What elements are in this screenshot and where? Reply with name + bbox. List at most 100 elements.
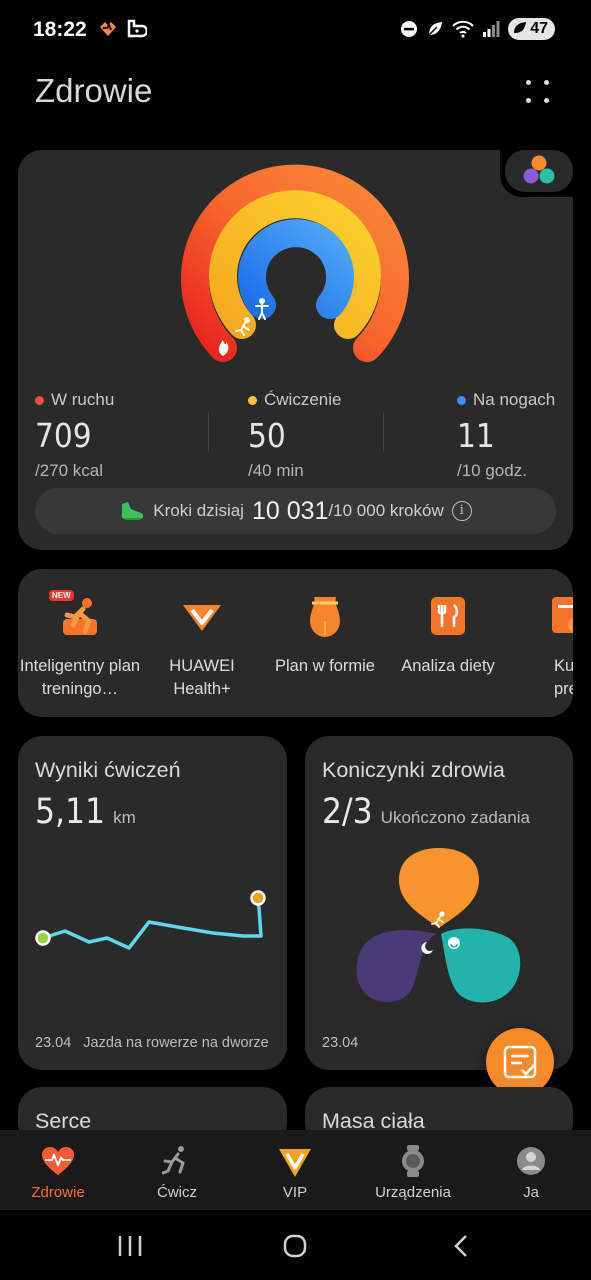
tasks-value: 2/3 [322,792,373,832]
tab-label: Ja [523,1184,539,1201]
stat-goal: /40 min [248,461,304,480]
bottom-tab-bar: Zdrowie Ćwicz VIP Urządzenia Ja [0,1130,591,1210]
back-icon[interactable] [452,1234,470,1258]
exercise-dot-icon [248,395,257,405]
shortcut-training-plan[interactable]: NEW Inteligentny plan treningo… [18,590,142,701]
status-time: 18:22 [33,18,87,41]
shortcut-diet[interactable]: Analiza diety [386,591,510,678]
battery-level: 47 [530,20,548,37]
stat-stand[interactable]: Na nogach 11 /10 godz. [457,390,555,481]
workout-results-card[interactable]: Wyniki ćwiczeń 5,11 km 23.04 Jazda na ro… [18,736,287,1070]
running-icon [162,1146,185,1175]
workout-activity: Jazda na rowerze na dworze [83,1035,269,1051]
wifi-icon [452,20,474,38]
shortcut-label: Inteligentny plan treningo… [19,657,141,698]
watch-icon [402,1145,424,1177]
steps-label: Kroki dzisiaj [153,501,244,520]
tab-label: Zdrowie [31,1184,85,1201]
workout-date: 23.04 [35,1035,72,1051]
page-title: Zdrowie [35,72,153,109]
divider [208,412,209,452]
clover-leaf-exercise [399,848,479,928]
activity-rings-chart [181,164,409,362]
tab-cwicz[interactable]: Ćwicz [127,1142,227,1201]
stat-goal: /10 godz. [457,461,527,480]
diet-analysis-icon [431,597,465,635]
system-navigation-bar [0,1210,591,1280]
card-title: Wyniki ćwiczeń [35,758,181,782]
chat-notification-icon [127,19,147,38]
clover-chart [356,848,521,1003]
shortcuts-card: NEW Inteligentny plan treningo… HUAWEI H… [18,569,573,717]
stat-goal: /270 kcal [35,461,104,480]
shortcut-label: HUAWEI Health+ [169,657,235,698]
tasks-subtitle: Ukończono zadania [380,808,530,827]
home-icon[interactable] [283,1234,307,1258]
info-icon[interactable]: i [451,501,472,521]
clover-date: 23.04 [322,1035,359,1051]
divider [383,412,384,452]
health-app-notification-icon [100,22,116,36]
route-start-icon [35,930,51,946]
menu-dot-icon [544,98,549,103]
steps-goal: /10 000 kroków [328,501,444,520]
route-map [35,890,266,950]
stat-value: 11 [457,416,495,455]
heart-pulse-icon [42,1147,74,1175]
leaf-icon [428,22,443,36]
tab-ja[interactable]: Ja [481,1142,581,1201]
profile-icon [517,1147,545,1175]
recent-apps-icon[interactable] [117,1234,143,1258]
battery-indicator: 47 [508,18,555,40]
stat-label: Ćwiczenie [264,390,342,409]
course-icon [552,597,573,633]
tab-label: VIP [282,1184,308,1201]
tab-urzadzenia[interactable]: Urządzenia [363,1142,463,1201]
shortcut-course[interactable]: Kurs prem [508,591,573,701]
stat-label: Na nogach [473,390,556,409]
battery-saver-icon [514,22,527,33]
new-badge: NEW [49,590,74,601]
rings-style-button[interactable] [505,150,573,192]
shortcut-body-plan[interactable]: Plan w formie [263,591,387,678]
shortcut-label: Plan w formie [275,657,375,675]
more-menu-button[interactable] [524,78,552,106]
route-end-icon [250,890,266,906]
tasks-fab-button[interactable] [486,1028,554,1096]
health-clovers-card[interactable]: Koniczynki zdrowia 2/3 Ukończono zadania… [305,736,573,1070]
menu-dot-icon [544,80,549,85]
stand-ring [238,219,354,319]
checklist-icon [503,1045,537,1079]
card-title: Koniczynki zdrowia [322,758,505,782]
three-dots-color-icon [523,155,555,184]
tab-label: Urządzenia [375,1184,451,1201]
tab-zdrowie[interactable]: Zdrowie [8,1142,108,1201]
steps-value: 10 031 [251,496,329,525]
huawei-vip-icon [183,605,221,631]
shoe-icon [121,502,144,520]
steps-summary[interactable]: Kroki dzisiaj 10 031 /10 000 kroków i [35,488,556,534]
distance-unit: km [113,808,136,827]
clover-smile-icon [448,937,460,949]
move-dot-icon [35,395,44,405]
shortcut-label: Analiza diety [401,657,495,675]
vip-icon [279,1149,311,1177]
signal-icon [483,21,500,37]
tab-vip[interactable]: VIP [245,1142,345,1201]
shortcut-label: Kurs prem [554,657,573,698]
stand-dot-icon [457,395,466,405]
status-notification-icons [97,19,147,39]
status-bar: 18:22 47 [0,0,591,60]
clover-leaf-sleep [356,930,437,1002]
menu-dot-icon [526,98,531,103]
status-system-icons: 47 [400,18,555,40]
distance-value: 5,11 [35,792,106,832]
do-not-disturb-icon [401,21,418,37]
tab-label: Ćwicz [157,1184,197,1201]
menu-dot-icon [526,80,531,85]
stat-move[interactable]: W ruchu 709 /270 kcal [35,390,114,481]
shortcut-health-plus[interactable]: HUAWEI Health+ [140,591,264,701]
body-shape-icon [310,597,340,637]
stat-label: W ruchu [51,390,115,409]
stat-exercise[interactable]: Ćwiczenie 50 /40 min [248,390,341,481]
